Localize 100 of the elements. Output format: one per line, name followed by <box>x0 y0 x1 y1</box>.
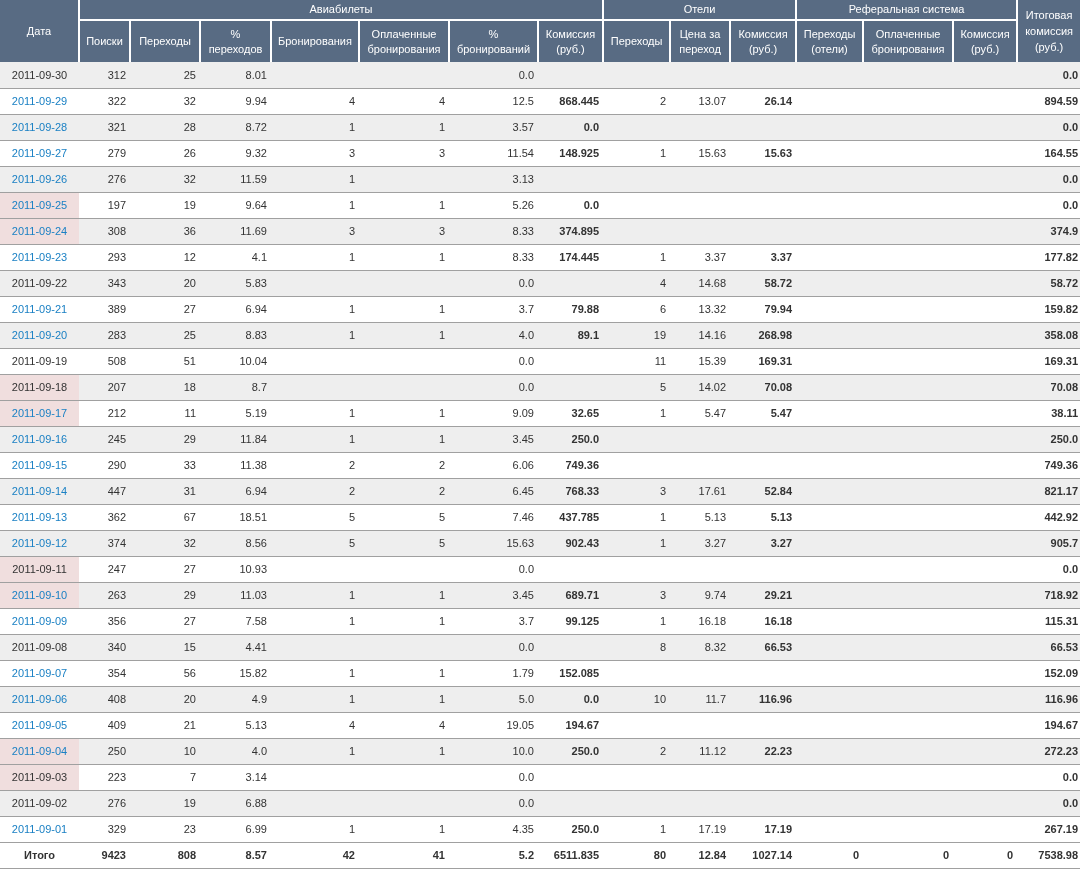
date-link[interactable]: 2011-09-17 <box>11 406 68 419</box>
table-cell: 6.94 <box>245 302 267 315</box>
date-link[interactable]: 2011-09-09 <box>11 614 68 627</box>
table-cell: 0.0 <box>518 276 534 289</box>
date-text: 2011-09-19 <box>11 354 68 367</box>
table-cell: 250.0 <box>571 432 600 445</box>
date-link[interactable]: 2011-09-26 <box>11 172 68 185</box>
table-cell: 29.21 <box>764 588 793 601</box>
table-cell: 12.84 <box>698 848 727 861</box>
table-cell: 116.96 <box>759 692 793 705</box>
table-cell: 5.2 <box>518 848 534 861</box>
table-cell: 290 <box>107 458 126 471</box>
table-cell: 169.31 <box>758 354 793 367</box>
date-link[interactable]: 2011-09-05 <box>11 718 68 731</box>
date-link[interactable]: 2011-09-14 <box>11 484 68 497</box>
table-cell: 15.63 <box>698 146 727 159</box>
table-cell: 0.0 <box>518 354 534 367</box>
table-cell: 9423 <box>101 848 126 861</box>
date-link[interactable]: 2011-09-10 <box>11 588 68 601</box>
table-cell: 194.67 <box>565 718 600 731</box>
table-cell: 27 <box>183 562 196 575</box>
table-cell: 0.0 <box>1062 68 1079 81</box>
date-link[interactable]: 2011-09-21 <box>11 302 68 315</box>
table-cell: 5 <box>348 536 355 549</box>
column-header: Переходы <box>603 20 671 62</box>
table-cell: 15 <box>183 640 196 653</box>
table-cell: 15.63 <box>764 146 793 159</box>
date-link[interactable]: 2011-09-20 <box>11 328 68 341</box>
table-cell: 0.0 <box>1062 770 1079 783</box>
table-cell: 11.38 <box>240 458 267 471</box>
date-link[interactable]: 2011-09-25 <box>11 198 68 211</box>
table-cell: 7538.98 <box>1038 848 1079 861</box>
table-cell: 447 <box>107 484 126 497</box>
column-header: Поиски <box>79 20 130 62</box>
date-text: 2011-09-30 <box>11 68 68 81</box>
table-cell: 268.98 <box>758 328 793 341</box>
table-cell: 8.56 <box>245 536 267 549</box>
table-cell: 8.01 <box>245 68 267 81</box>
table-cell: 10.04 <box>239 354 267 367</box>
table-cell: 79.94 <box>764 302 793 315</box>
date-link[interactable]: 2011-09-04 <box>11 744 68 757</box>
date-link[interactable]: 2011-09-29 <box>11 94 68 107</box>
date-text: 2011-09-22 <box>11 276 68 289</box>
table-cell: 442.92 <box>1044 510 1079 523</box>
table-cell: 1 <box>438 432 445 445</box>
table-cell: 1 <box>348 614 355 627</box>
table-cell: 41 <box>432 848 445 861</box>
table-cell: 894.59 <box>1044 94 1079 107</box>
date-link[interactable]: 2011-09-06 <box>11 692 68 705</box>
table-cell: 15.39 <box>698 354 727 367</box>
table-cell: 14.68 <box>698 276 727 289</box>
table-cell: 10.0 <box>512 744 534 757</box>
date-text: 2011-09-03 <box>11 770 68 783</box>
column-header: Комиссия (руб.) <box>730 20 797 62</box>
table-cell: 194.67 <box>1044 718 1079 731</box>
date-link[interactable]: 2011-09-07 <box>11 666 68 679</box>
date-link[interactable]: 2011-09-01 <box>11 822 68 835</box>
table-cell: 6.88 <box>245 796 267 809</box>
date-link[interactable]: 2011-09-27 <box>11 146 68 159</box>
table-cell: 27 <box>183 302 196 315</box>
date-link[interactable]: 2011-09-28 <box>11 120 68 133</box>
table-cell: 12.5 <box>512 94 534 107</box>
table-cell: 11.69 <box>240 224 267 237</box>
date-link[interactable]: 2011-09-15 <box>11 458 68 471</box>
table-cell: 15.82 <box>239 666 267 679</box>
table-cell: 17.61 <box>698 484 727 497</box>
date-link[interactable]: 2011-09-16 <box>11 432 68 445</box>
table-cell: 2 <box>348 484 355 497</box>
table-cell: 5.47 <box>704 406 727 419</box>
date-text: 2011-09-18 <box>11 380 68 393</box>
column-header: Бронирования <box>271 20 359 62</box>
table-cell: 276 <box>107 172 126 185</box>
table-cell: 1 <box>348 302 355 315</box>
table-cell: 26.14 <box>764 94 793 107</box>
table-cell: 1 <box>438 328 445 341</box>
table-cell: 1 <box>348 822 355 835</box>
table-cell: 21 <box>183 718 196 731</box>
date-link[interactable]: 2011-09-23 <box>11 250 68 263</box>
table-cell: 4 <box>659 276 667 289</box>
table-cell: 1 <box>348 744 355 757</box>
totals-label: Итого <box>24 848 55 861</box>
table-cell: 321 <box>107 120 126 133</box>
column-header: Комиссия (руб.) <box>953 20 1018 62</box>
table-cell: 1 <box>438 822 445 835</box>
date-link[interactable]: 2011-09-24 <box>11 224 68 237</box>
table-cell: 2 <box>659 744 667 757</box>
table-cell: 1 <box>438 198 445 211</box>
table-cell: 408 <box>107 692 126 705</box>
date-link[interactable]: 2011-09-12 <box>11 536 68 549</box>
table-cell: 5.26 <box>512 198 534 211</box>
table-cell: 4.0 <box>251 744 267 757</box>
table-cell: 14.16 <box>698 328 727 341</box>
table-cell: 1 <box>348 198 355 211</box>
table-cell: 245 <box>107 432 126 445</box>
table-cell: 11 <box>184 406 196 419</box>
date-link[interactable]: 2011-09-13 <box>11 510 68 523</box>
table-cell: 25 <box>183 68 196 81</box>
table-cell: 212 <box>107 406 126 419</box>
table-cell: 4.35 <box>512 822 534 835</box>
date-text: 2011-09-08 <box>11 640 68 653</box>
